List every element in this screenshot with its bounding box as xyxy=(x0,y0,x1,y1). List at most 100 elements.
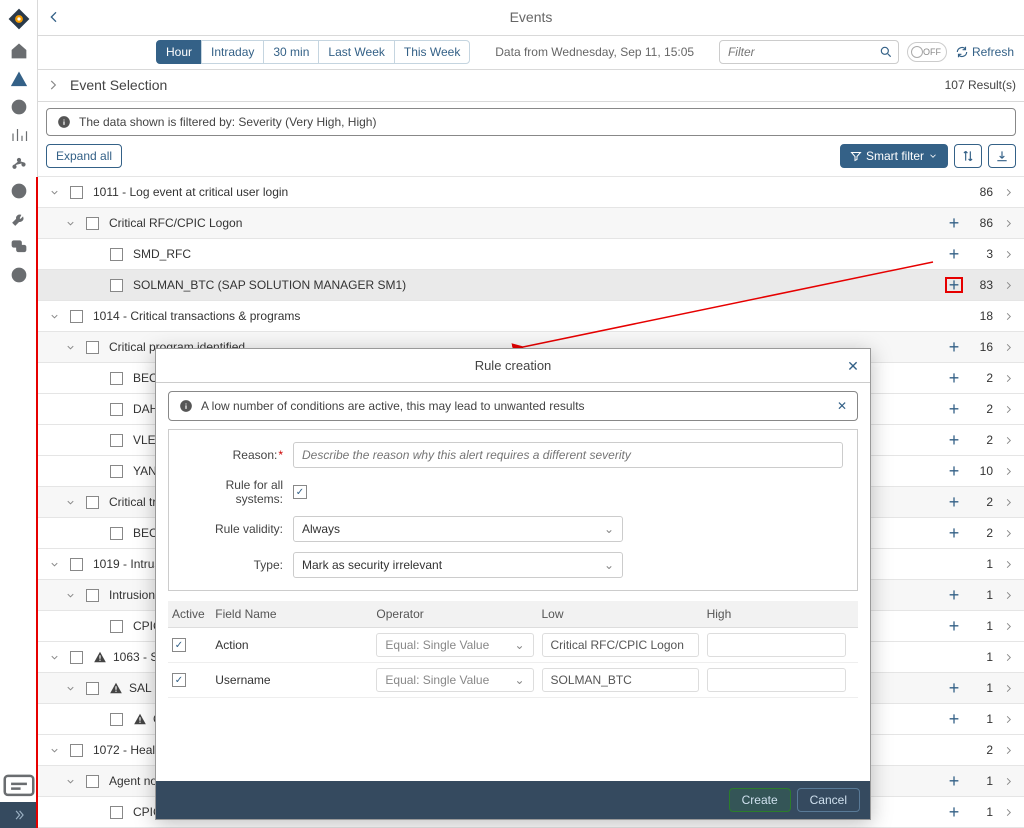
chevron-right-icon[interactable] xyxy=(1003,249,1014,260)
validity-select[interactable]: Always⌄ xyxy=(293,516,623,542)
row-checkbox[interactable] xyxy=(70,651,83,664)
chevron-right-icon[interactable] xyxy=(1003,311,1014,322)
sort-button[interactable] xyxy=(954,144,982,168)
expand-toggle-icon[interactable] xyxy=(64,776,76,787)
row-checkbox[interactable] xyxy=(110,279,123,292)
chevron-right-icon[interactable] xyxy=(1003,559,1014,570)
add-rule-icon[interactable]: + xyxy=(945,399,963,420)
add-rule-icon[interactable]: + xyxy=(945,492,963,513)
segment-30-min[interactable]: 30 min xyxy=(263,40,319,64)
comment-icon[interactable] xyxy=(0,772,38,802)
tree-row[interactable]: 1014 - Critical transactions & programs1… xyxy=(38,301,1024,332)
tree-row[interactable]: 1011 - Log event at critical user login8… xyxy=(38,177,1024,208)
row-checkbox[interactable] xyxy=(86,341,99,354)
segment-last-week[interactable]: Last Week xyxy=(318,40,394,64)
add-rule-icon[interactable]: + xyxy=(945,461,963,482)
search-icon[interactable] xyxy=(879,45,893,59)
expand-toggle-icon[interactable] xyxy=(48,745,60,756)
row-checkbox[interactable] xyxy=(110,806,123,819)
chevron-right-icon[interactable] xyxy=(1003,435,1014,446)
row-checkbox[interactable] xyxy=(86,589,99,602)
all-systems-checkbox[interactable]: ✓ xyxy=(293,485,307,499)
chevron-right-icon[interactable] xyxy=(46,78,60,92)
expand-toggle-icon[interactable] xyxy=(48,311,60,322)
chevron-right-icon[interactable] xyxy=(1003,218,1014,229)
chevron-right-icon[interactable] xyxy=(1003,776,1014,787)
row-checkbox[interactable] xyxy=(70,186,83,199)
condition-high-input[interactable] xyxy=(707,633,846,657)
chevron-right-icon[interactable] xyxy=(1003,621,1014,632)
row-checkbox[interactable] xyxy=(86,217,99,230)
add-rule-icon[interactable]: + xyxy=(945,337,963,358)
expand-toggle-icon[interactable] xyxy=(64,218,76,229)
add-rule-icon[interactable]: + xyxy=(945,709,963,730)
add-rule-icon[interactable]: + xyxy=(945,616,963,637)
type-select[interactable]: Mark as security irrelevant⌄ xyxy=(293,552,623,578)
tree-row[interactable]: Critical RFC/CPIC Logon+86 xyxy=(38,208,1024,239)
chevron-right-icon[interactable] xyxy=(1003,497,1014,508)
dismiss-warning-button[interactable]: ✕ xyxy=(837,399,847,413)
pie-chart-icon[interactable] xyxy=(10,98,28,116)
globe-icon[interactable] xyxy=(10,182,28,200)
expand-all-button[interactable]: Expand all xyxy=(46,144,122,168)
condition-operator-select[interactable]: Equal: Single Value⌄ xyxy=(376,633,533,657)
add-rule-icon[interactable]: + xyxy=(945,802,963,823)
condition-operator-select[interactable]: Equal: Single Value⌄ xyxy=(376,668,533,692)
row-checkbox[interactable] xyxy=(110,527,123,540)
condition-low-input[interactable]: SOLMAN_BTC xyxy=(542,668,699,692)
tree-row[interactable]: SMD_RFC+3 xyxy=(38,239,1024,270)
alert-icon[interactable] xyxy=(10,70,28,88)
condition-active-checkbox[interactable]: ✓ xyxy=(172,638,186,652)
chevron-right-icon[interactable] xyxy=(1003,807,1014,818)
add-rule-icon[interactable]: + xyxy=(945,523,963,544)
add-rule-icon[interactable]: + xyxy=(945,244,963,265)
close-dialog-button[interactable]: ✕ xyxy=(844,357,862,375)
row-checkbox[interactable] xyxy=(110,620,123,633)
row-checkbox[interactable] xyxy=(70,310,83,323)
chevron-right-icon[interactable] xyxy=(1003,683,1014,694)
auto-refresh-toggle[interactable]: OFF xyxy=(907,42,947,62)
expand-toggle-icon[interactable] xyxy=(64,497,76,508)
add-rule-icon[interactable]: + xyxy=(945,771,963,792)
expand-toggle-icon[interactable] xyxy=(64,683,76,694)
cancel-button[interactable]: Cancel xyxy=(797,788,860,812)
tree-row[interactable]: SOLMAN_BTC (SAP SOLUTION MANAGER SM1)+83 xyxy=(38,270,1024,301)
expand-toggle-icon[interactable] xyxy=(64,342,76,353)
chevron-right-icon[interactable] xyxy=(1003,745,1014,756)
reason-input[interactable] xyxy=(293,442,843,468)
expand-toggle-icon[interactable] xyxy=(48,559,60,570)
chevron-right-icon[interactable] xyxy=(1003,714,1014,725)
home-icon[interactable] xyxy=(10,42,28,60)
chevron-right-icon[interactable] xyxy=(1003,280,1014,291)
condition-low-input[interactable]: Critical RFC/CPIC Logon xyxy=(542,633,699,657)
download-button[interactable] xyxy=(988,144,1016,168)
chevron-right-icon[interactable] xyxy=(1003,373,1014,384)
chevron-right-icon[interactable] xyxy=(1003,187,1014,198)
add-rule-icon[interactable]: + xyxy=(945,585,963,606)
chevron-right-icon[interactable] xyxy=(1003,528,1014,539)
info-icon[interactable] xyxy=(10,266,28,284)
stats-icon[interactable] xyxy=(10,154,28,172)
row-checkbox[interactable] xyxy=(110,372,123,385)
filter-input[interactable] xyxy=(719,40,899,64)
wrench-icon[interactable] xyxy=(10,210,28,228)
add-rule-icon[interactable]: + xyxy=(945,277,963,293)
row-checkbox[interactable] xyxy=(86,496,99,509)
chevron-right-icon[interactable] xyxy=(1003,342,1014,353)
row-checkbox[interactable] xyxy=(110,434,123,447)
condition-high-input[interactable] xyxy=(707,668,846,692)
row-checkbox[interactable] xyxy=(70,744,83,757)
add-rule-icon[interactable]: + xyxy=(945,678,963,699)
add-rule-icon[interactable]: + xyxy=(945,213,963,234)
row-checkbox[interactable] xyxy=(86,682,99,695)
back-icon[interactable] xyxy=(46,9,62,25)
chevron-right-icon[interactable] xyxy=(1003,466,1014,477)
bar-chart-icon[interactable] xyxy=(10,126,28,144)
row-checkbox[interactable] xyxy=(110,713,123,726)
segment-intraday[interactable]: Intraday xyxy=(201,40,264,64)
chat-icon[interactable] xyxy=(10,238,28,256)
row-checkbox[interactable] xyxy=(110,465,123,478)
expand-toggle-icon[interactable] xyxy=(64,590,76,601)
smart-filter-button[interactable]: Smart filter xyxy=(840,144,948,168)
create-button[interactable]: Create xyxy=(729,788,791,812)
